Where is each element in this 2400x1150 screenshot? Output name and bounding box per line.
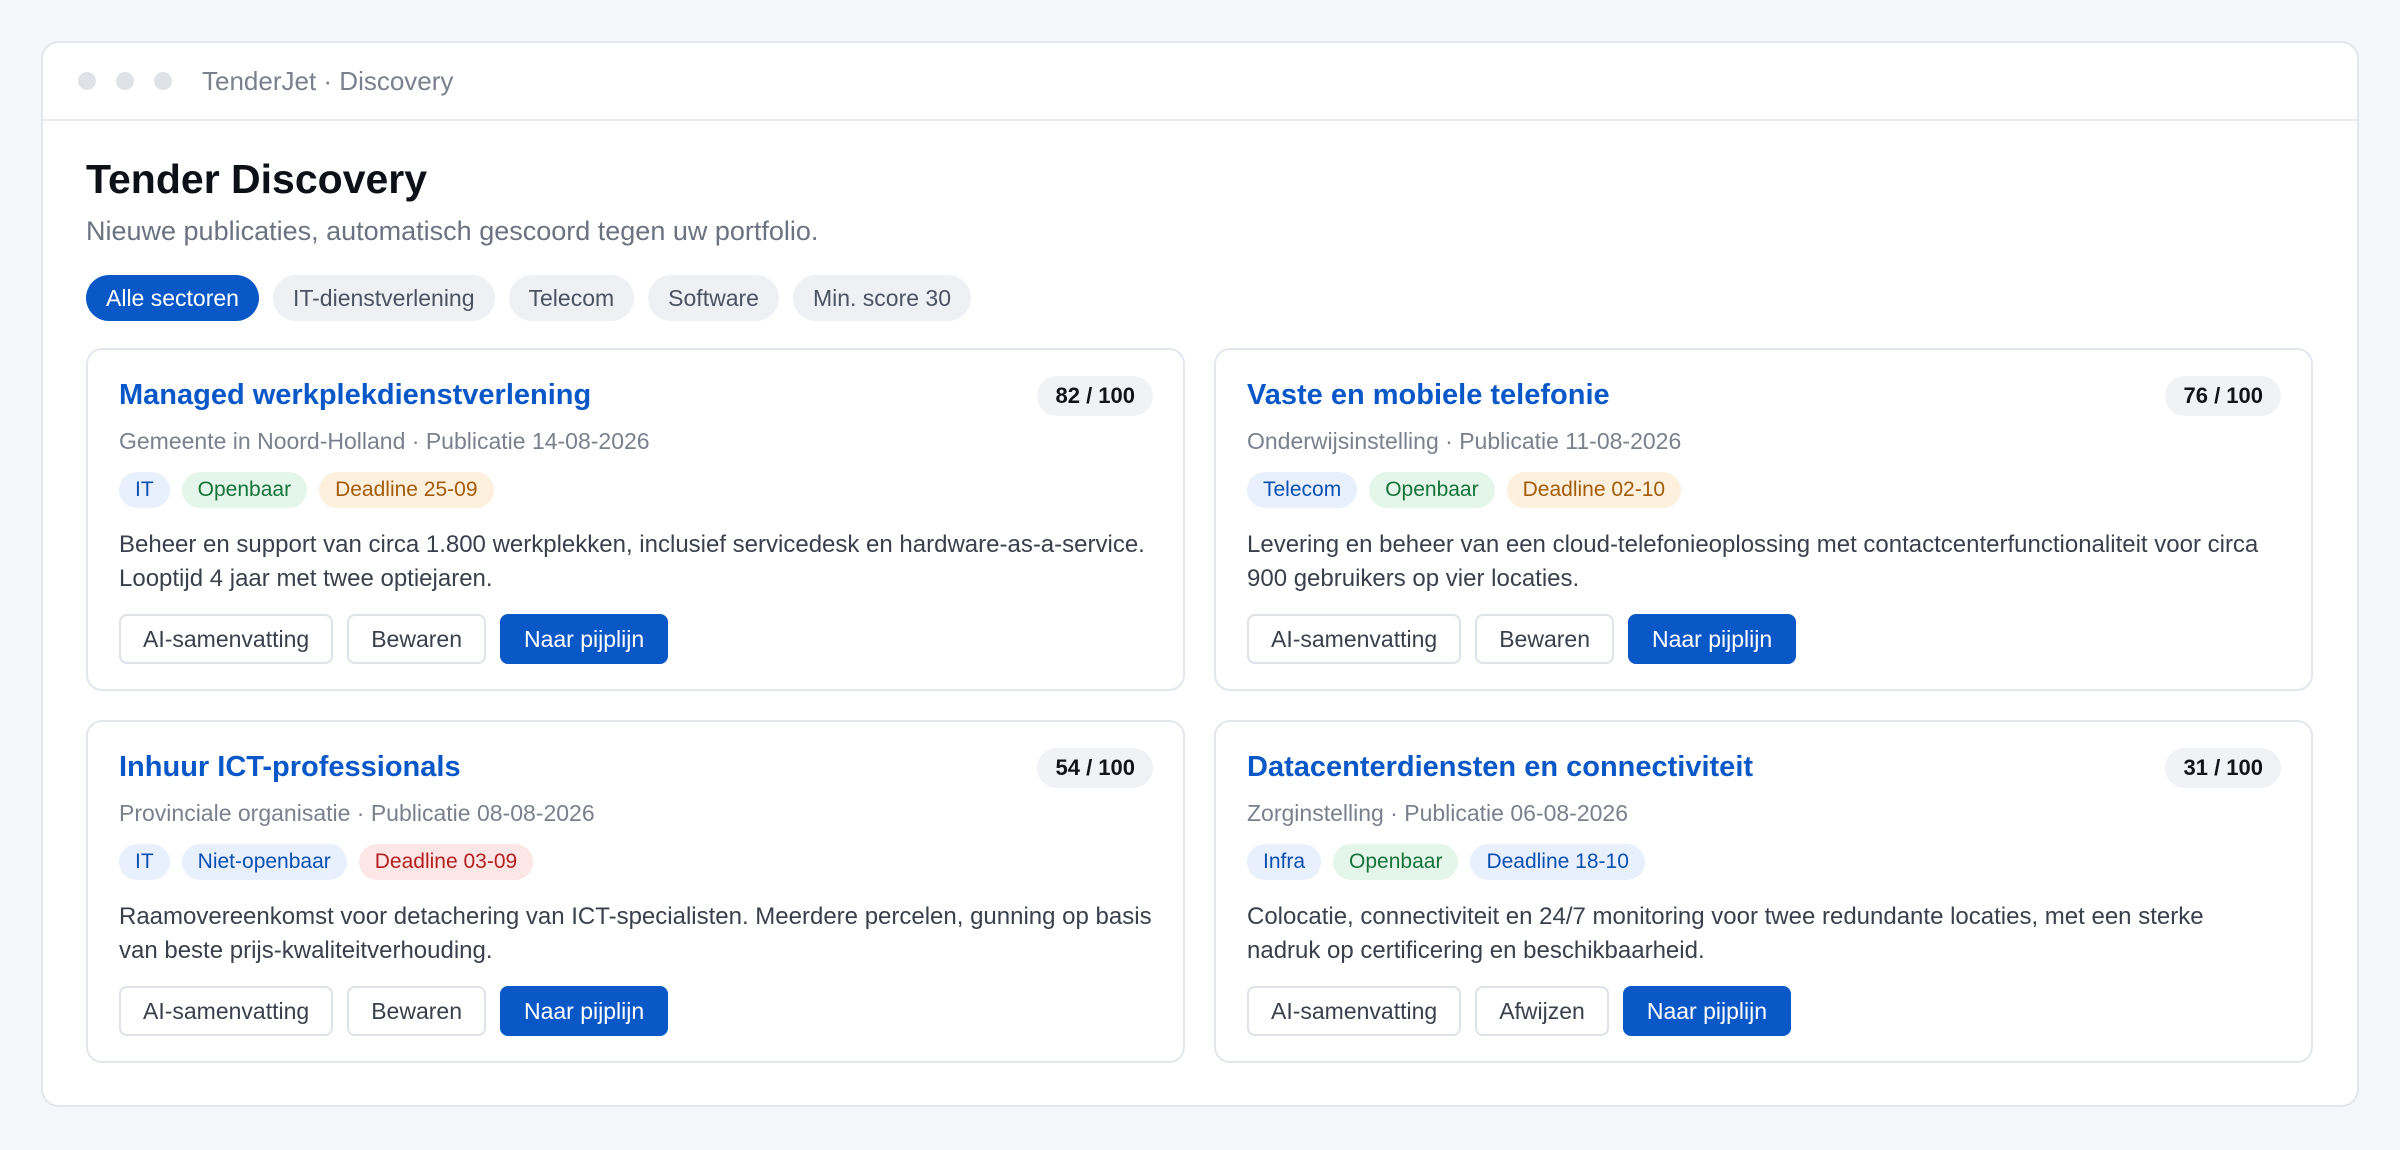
procedure-tag: Openbaar [1333,844,1459,881]
main-content: Tender Discovery Nieuwe publicaties, aut… [43,121,2357,1064]
card-actions: AI-samenvatting Afwijzen Naar pijplijn [1247,986,2281,1037]
ai-summary-button[interactable]: AI-samenvatting [1247,986,1462,1037]
score-badge: 31 / 100 [2165,748,2281,789]
card-actions: AI-samenvatting Bewaren Naar pijplijn [1247,614,2281,665]
reject-button[interactable]: Afwijzen [1475,986,1609,1037]
ai-summary-button[interactable]: AI-samenvatting [119,986,334,1037]
filter-bar: Alle sectoren IT-dienstverlening Telecom… [86,275,2314,322]
sector-tag: IT [119,472,170,509]
tag-list: IT Openbaar Deadline 25-09 [119,472,1153,509]
deadline-tag: Deadline 18-10 [1470,844,1645,881]
score-badge: 82 / 100 [1037,376,1153,417]
filter-chip-min-score[interactable]: Min. score 30 [792,275,971,322]
tag-list: IT Niet-openbaar Deadline 03-09 [119,844,1153,881]
sector-tag: IT [119,844,170,881]
tender-title[interactable]: Inhuur ICT-professionals [119,750,461,785]
tender-title[interactable]: Vaste en mobiele telefonie [1247,378,1610,413]
title-bar: TenderJet · Discovery [43,43,2357,121]
save-button[interactable]: Bewaren [347,614,486,665]
to-pipeline-button[interactable]: Naar pijplijn [499,986,669,1037]
sector-tag: Telecom [1247,472,1358,509]
window-controls [78,72,172,90]
score-badge: 54 / 100 [1037,748,1153,789]
tender-title[interactable]: Datacenterdiensten en connectiviteit [1247,750,1753,785]
procedure-tag: Niet-openbaar [181,844,347,881]
tender-card: Managed werkplekdienstverlening 82 / 100… [86,348,1185,692]
to-pipeline-button[interactable]: Naar pijplijn [499,614,669,665]
tender-meta: Zorginstelling · Publicatie 06-08-2026 [1247,800,1628,827]
deadline-tag: Deadline 02-10 [1506,472,1682,509]
tender-description: Beheer en support van circa 1.800 werkpl… [119,531,1145,593]
procedure-tag: Openbaar [1369,472,1495,509]
procedure-tag: Openbaar [181,472,308,509]
deadline-tag: Deadline 03-09 [358,844,534,881]
window-dot-close[interactable] [78,72,96,90]
app-window: TenderJet · Discovery Tender Discovery N… [41,41,2359,1107]
save-button[interactable]: Bewaren [1475,614,1614,665]
sector-tag: Infra [1247,844,1322,881]
tender-card: Inhuur ICT-professionals 54 / 100 Provin… [86,720,1185,1064]
save-button[interactable]: Bewaren [347,986,486,1037]
window-dot-maximize[interactable] [154,72,172,90]
tag-list: Infra Openbaar Deadline 18-10 [1247,844,2281,881]
deadline-tag: Deadline 25-09 [319,472,494,509]
ai-summary-button[interactable]: AI-samenvatting [119,614,334,665]
tender-card: Vaste en mobiele telefonie 76 / 100 Onde… [1214,348,2313,692]
filter-chip-alle-sectoren[interactable]: Alle sectoren [86,275,259,322]
filter-chip-telecom[interactable]: Telecom [508,275,635,322]
ai-summary-button[interactable]: AI-samenvatting [1247,614,1462,665]
tender-description: Levering en beheer van een cloud-telefon… [1247,531,2259,593]
filter-chip-software[interactable]: Software [648,275,779,322]
tender-description: Raamovereenkomst voor detachering van IC… [119,903,1152,965]
filter-chip-it-dienstverlening[interactable]: IT-dienstverlening [272,275,495,322]
tender-meta: Provinciale organisatie · Publicatie 08-… [119,800,595,827]
window-dot-minimize[interactable] [116,72,134,90]
card-actions: AI-samenvatting Bewaren Naar pijplijn [119,614,1153,665]
tender-meta: Onderwijsinstelling · Publicatie 11-08-2… [1247,428,1682,455]
to-pipeline-button[interactable]: Naar pijplijn [1622,986,1792,1037]
tag-list: Telecom Openbaar Deadline 02-10 [1247,472,2281,509]
window-title: TenderJet · Discovery [202,65,454,96]
card-actions: AI-samenvatting Bewaren Naar pijplijn [119,986,1153,1037]
page-title: Tender Discovery [86,156,428,202]
tender-grid: Managed werkplekdienstverlening 82 / 100… [86,348,2314,1064]
tender-title[interactable]: Managed werkplekdienstverlening [119,378,591,413]
to-pipeline-button[interactable]: Naar pijplijn [1627,614,1797,665]
tender-meta: Gemeente in Noord-Holland · Publicatie 1… [119,428,650,455]
tender-card: Datacenterdiensten en connectiviteit 31 … [1214,720,2313,1064]
tender-description: Colocatie, connectiviteit en 24/7 monito… [1247,903,2204,965]
score-badge: 76 / 100 [2165,376,2281,417]
page-subtitle: Nieuwe publicaties, automatisch gescoord… [86,216,819,247]
